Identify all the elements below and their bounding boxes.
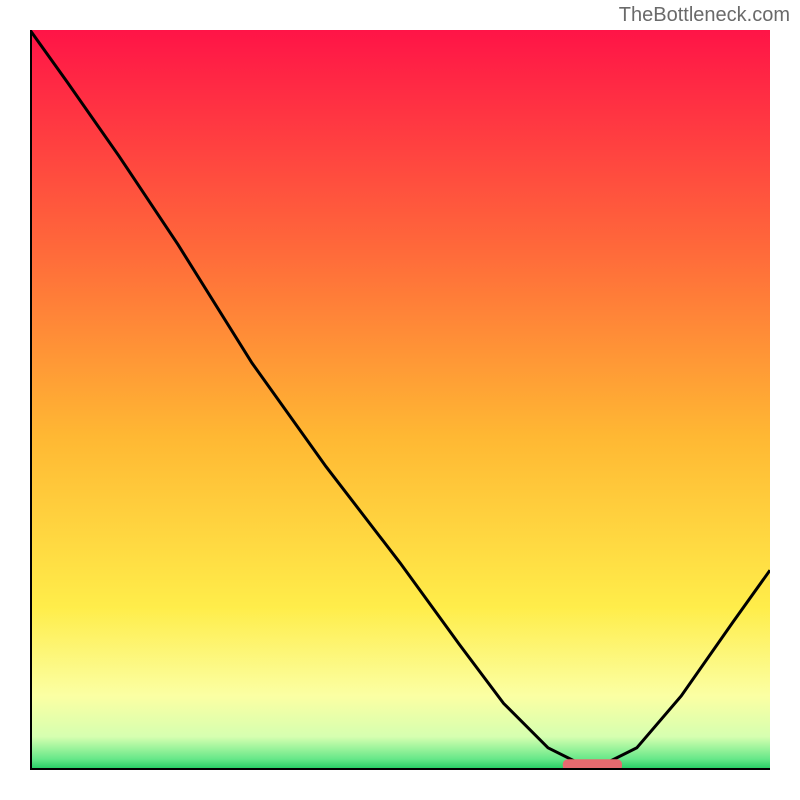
attribution-label: TheBottleneck.com (619, 4, 790, 27)
chart-background-gradient (30, 30, 770, 770)
chart-plot-area (30, 30, 770, 770)
bottleneck-chart (30, 30, 770, 770)
